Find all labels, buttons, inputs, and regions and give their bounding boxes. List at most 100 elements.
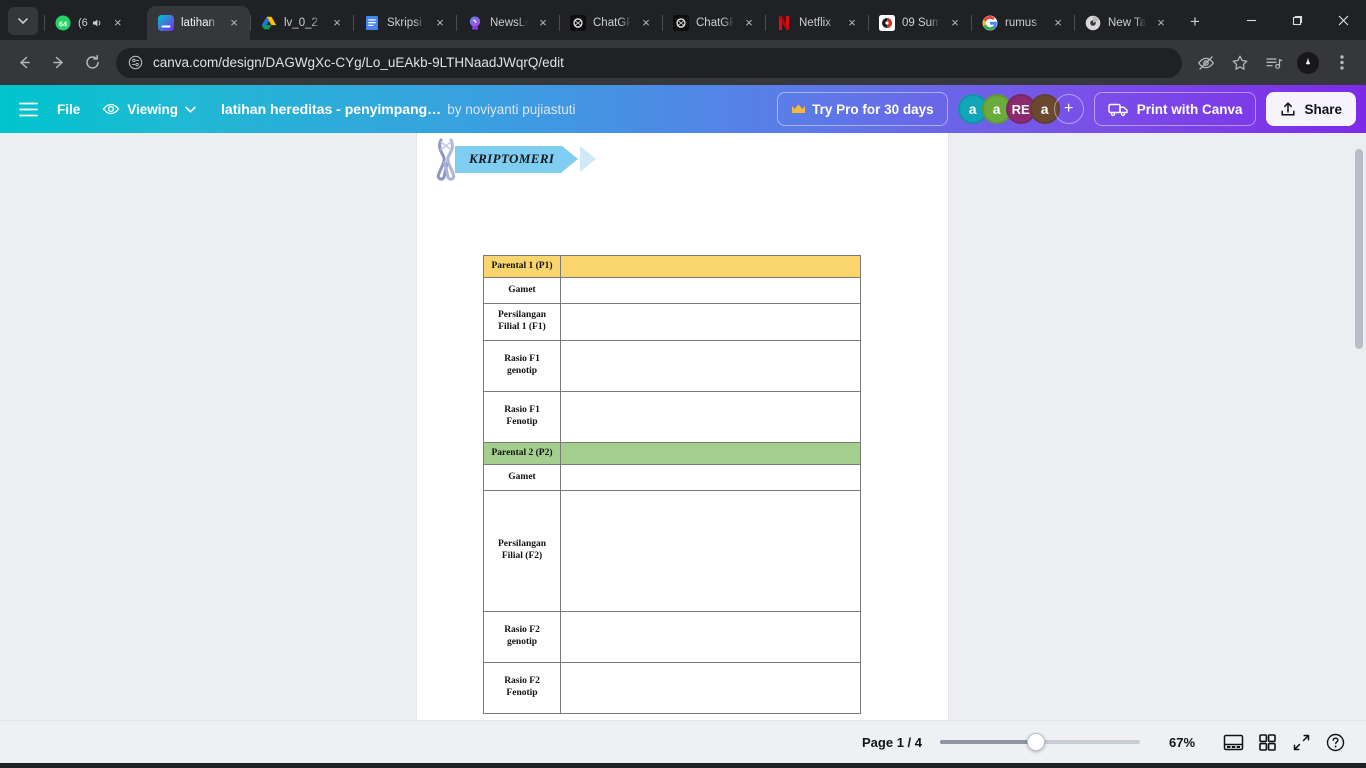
genetics-cross-table[interactable]: Parental 1 (P1) Gamet Persilangan Filial 1 … [483,255,861,714]
canvas-workspace[interactable]: KRIPTOMERI Parental 1 (P1) Gamet Persilang… [0,133,1366,720]
forward-arrow-icon[interactable] [42,47,74,79]
table-row-label[interactable]: Rasio F1 Fenotip [483,391,561,443]
browser-tab[interactable]: NewsLetter × [456,6,559,40]
banner-tip-secondary [580,146,597,172]
eye-off-icon[interactable] [1190,47,1222,79]
window-close-icon[interactable] [1320,0,1366,40]
back-arrow-icon[interactable] [8,47,40,79]
chevron-down-icon [185,106,196,113]
table-row-label[interactable]: Rasio F2 genotip [483,611,561,663]
address-bar[interactable]: canva.com/design/DAGWgXc-CYg/Lo_uEAkb-9L… [116,47,1182,78]
kriptomeri-banner[interactable]: KRIPTOMERI [429,136,597,182]
help-icon[interactable] [1318,726,1352,758]
table-row: Rasio F2 Fenotip [483,662,861,714]
close-icon[interactable]: × [947,15,963,31]
reload-icon[interactable] [76,47,108,79]
browser-tab-label: NewsLetter [490,17,528,29]
close-icon[interactable]: × [638,15,654,31]
crown-icon [791,103,806,115]
tab-search-chevron-down-icon[interactable] [8,7,38,35]
table-row-value[interactable] [560,340,861,392]
close-icon[interactable]: × [329,15,345,31]
table-row-value[interactable] [560,277,861,304]
close-icon[interactable]: × [1153,15,1169,31]
close-icon[interactable]: × [535,15,551,31]
table-row-value[interactable] [560,391,861,443]
browser-tab-label: ChatGPT [696,17,734,29]
table-row: Persilangan Filial (F2) [483,490,861,612]
table-row-value[interactable] [560,303,861,341]
zoom-slider[interactable] [940,732,1140,752]
table-row-label[interactable]: Parental 1 (P1) [483,255,561,278]
design-page-1[interactable]: KRIPTOMERI Parental 1 (P1) Gamet Persilang… [417,133,948,720]
browser-tab-active[interactable]: latihan hereditas - penyimpangan h × [147,6,250,40]
browser-tab[interactable]: 09 Summary × [868,6,971,40]
browser-tab-label: New Tab [1108,17,1146,29]
banner-tip-primary [562,146,579,172]
site-settings-icon[interactable] [128,55,143,70]
table-row-label[interactable]: Parental 2 (P2) [483,442,561,465]
table-row-value[interactable] [560,662,861,714]
table-row-value[interactable] [560,464,861,491]
share-button[interactable]: Share [1266,92,1356,126]
close-icon[interactable]: × [226,15,242,31]
try-pro-button[interactable]: Try Pro for 30 days [777,92,948,126]
table-row-label[interactable]: Persilangan Filial 1 (F1) [483,303,561,341]
browser-tab[interactable]: lv_0_2 × [250,6,353,40]
browser-tab[interactable]: ChatGPT × [662,6,765,40]
chatgpt-icon [570,15,586,31]
close-icon[interactable]: × [1050,15,1066,31]
browser-toolbar: canva.com/design/DAGWgXc-CYg/Lo_uEAkb-9L… [0,40,1366,85]
browser-tab[interactable]: 64 (6 × [44,6,147,40]
add-collaborator-button[interactable]: + [1053,94,1084,124]
browser-tab[interactable]: Skripsi × [353,6,456,40]
table-row-label[interactable]: Gamet [483,277,561,304]
viewing-mode-button[interactable]: Viewing [91,93,207,125]
close-icon[interactable]: × [110,15,126,31]
file-menu-label: File [57,101,81,117]
table-row-value[interactable] [560,255,861,278]
browser-tab-label: Netflix [799,17,831,29]
speaker-icon: (6 [78,17,103,29]
page-counter: Page 1 / 4 [862,734,922,750]
close-icon[interactable]: × [741,15,757,31]
profile-avatar-icon[interactable] [1297,51,1319,74]
document-title-area[interactable]: latihan hereditas - penyimpang… by noviy… [207,101,777,117]
chromosome-icon [429,137,463,181]
pages-view-icon[interactable] [1216,726,1250,758]
media-playlist-icon[interactable] [1258,47,1290,79]
browser-tab[interactable]: New Tab × [1074,6,1177,40]
table-row-label[interactable]: Persilangan Filial (F2) [483,490,561,612]
window-maximize-icon[interactable] [1274,0,1320,40]
table-row-label[interactable]: Rasio F2 Fenotip [483,662,561,714]
table-row: Parental 1 (P1) [483,255,861,278]
bookmark-star-icon[interactable] [1224,47,1256,79]
chrome-icon [1085,15,1101,31]
window-minimize-icon[interactable] [1228,0,1274,40]
zoom-slider-thumb[interactable] [1027,733,1045,751]
close-icon[interactable]: × [432,15,448,31]
close-icon[interactable]: × [844,15,860,31]
grid-view-icon[interactable] [1250,726,1284,758]
vertical-scrollbar[interactable] [1355,149,1363,349]
browser-tab[interactable]: rumus × [971,6,1074,40]
table-row-value[interactable] [560,442,861,465]
google-icon [982,15,998,31]
chatgpt-icon [673,15,689,31]
three-dot-menu-icon[interactable] [1326,47,1358,79]
hamburger-menu-icon[interactable] [10,91,46,127]
browser-tab[interactable]: ChatGPT × [559,6,662,40]
table-row-label[interactable]: Gamet [483,464,561,491]
document-author: by noviyanti pujiastuti [447,102,576,117]
browser-tab-label: lv_0_2 [284,17,318,29]
viewing-mode-label: Viewing [127,101,179,117]
new-tab-button[interactable]: + [1181,8,1209,36]
table-row-label[interactable]: Rasio F1 genotip [483,340,561,392]
fullscreen-icon[interactable] [1284,726,1318,758]
table-row-value[interactable] [560,611,861,663]
file-menu-button[interactable]: File [46,93,91,125]
address-bar-url: canva.com/design/DAGWgXc-CYg/Lo_uEAkb-9L… [153,55,564,70]
table-row-value[interactable] [560,490,861,612]
print-with-canva-button[interactable]: Print with Canva [1093,92,1257,126]
browser-tab[interactable]: Netflix × [765,6,868,40]
